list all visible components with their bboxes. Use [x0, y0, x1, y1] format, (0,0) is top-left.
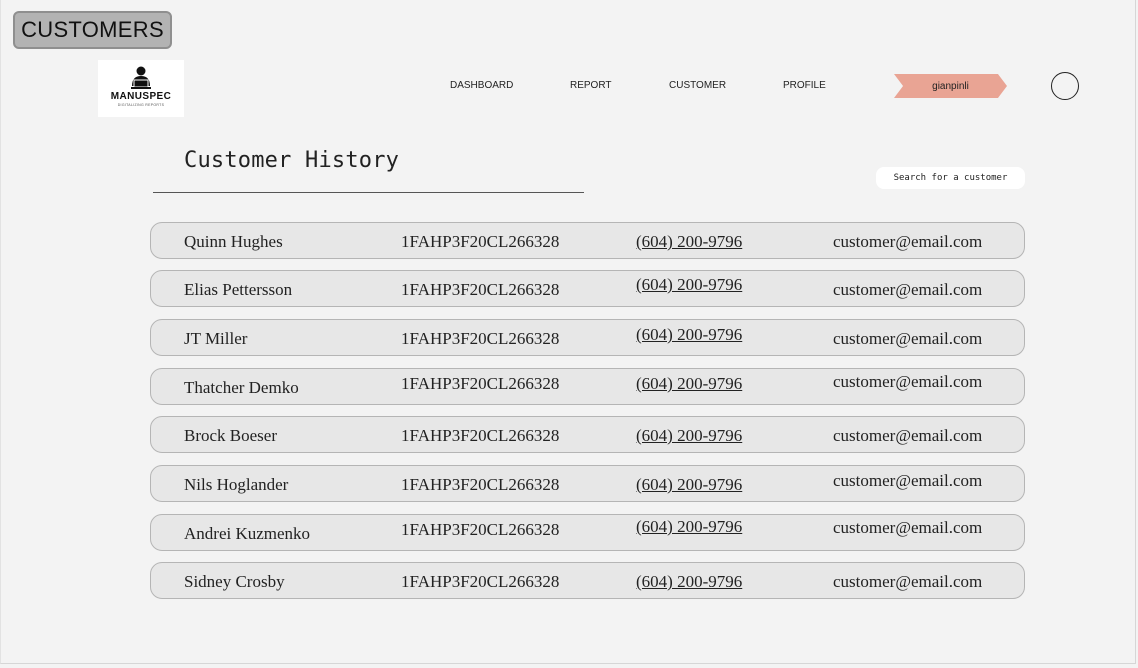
- customer-email: customer@email.com: [833, 232, 983, 251]
- customer-phone-link[interactable]: (604) 200-9796: [636, 475, 742, 495]
- customer-row[interactable]: Elias Pettersson 1FAHP3F20CL266328 (604)…: [150, 270, 1025, 307]
- customer-vin: 1FAHP3F20CL266328: [401, 280, 560, 299]
- brand-name: MANUSPEC: [110, 91, 172, 102]
- title-divider: [153, 192, 584, 193]
- nav-profile[interactable]: PROFILE: [783, 80, 826, 91]
- customer-row[interactable]: Quinn Hughes 1FAHP3F20CL266328 (604) 200…: [150, 222, 1025, 259]
- user-badge[interactable]: gianpinli: [894, 74, 1007, 98]
- nav-dashboard[interactable]: DASHBOARD: [450, 80, 513, 91]
- customer-name: Sidney Crosby: [184, 572, 285, 591]
- page-title: Customer History: [184, 148, 400, 173]
- customer-name: Andrei Kuzmenko: [184, 524, 311, 543]
- brand-logo[interactable]: MANUSPEC DIGITALIZING REPORTS: [98, 60, 184, 117]
- customer-row[interactable]: Nils Hoglander 1FAHP3F20CL266328 (604) 2…: [150, 465, 1025, 502]
- customer-vin: 1FAHP3F20CL266328: [401, 520, 560, 539]
- nav-customer[interactable]: CUSTOMER: [669, 80, 726, 91]
- customer-row[interactable]: Thatcher Demko 1FAHP3F20CL266328 (604) 2…: [150, 368, 1025, 405]
- customer-name: Brock Boeser: [184, 426, 278, 445]
- customer-phone-link[interactable]: (604) 200-9796: [636, 232, 742, 252]
- customer-vin: 1FAHP3F20CL266328: [401, 232, 560, 251]
- customer-email: customer@email.com: [833, 372, 983, 391]
- customer-email: customer@email.com: [833, 426, 983, 445]
- customer-row[interactable]: Sidney Crosby 1FAHP3F20CL266328 (604) 20…: [150, 562, 1025, 599]
- customer-phone-link[interactable]: (604) 200-9796: [636, 426, 742, 446]
- person-laptop-icon: [131, 66, 151, 89]
- customer-row[interactable]: JT Miller 1FAHP3F20CL266328 (604) 200-97…: [150, 319, 1025, 356]
- customer-name: Quinn Hughes: [184, 232, 283, 251]
- customer-vin: 1FAHP3F20CL266328: [401, 374, 560, 393]
- search-input[interactable]: [876, 167, 1025, 189]
- brand-tagline: DIGITALIZING REPORTS: [117, 103, 165, 107]
- avatar[interactable]: [1051, 72, 1079, 100]
- customer-vin: 1FAHP3F20CL266328: [401, 475, 560, 494]
- customer-name: Elias Pettersson: [184, 280, 293, 299]
- customer-vin: 1FAHP3F20CL266328: [401, 572, 560, 591]
- customer-phone-link[interactable]: (604) 200-9796: [636, 572, 742, 592]
- nav-report[interactable]: REPORT: [570, 80, 612, 91]
- customer-email: customer@email.com: [833, 572, 983, 591]
- customer-name: Nils Hoglander: [184, 475, 289, 494]
- customer-row[interactable]: Brock Boeser 1FAHP3F20CL266328 (604) 200…: [150, 416, 1025, 453]
- customer-email: customer@email.com: [833, 518, 983, 537]
- customer-email: customer@email.com: [833, 471, 983, 490]
- customer-row[interactable]: Andrei Kuzmenko 1FAHP3F20CL266328 (604) …: [150, 514, 1025, 551]
- customer-phone-link[interactable]: (604) 200-9796: [636, 325, 742, 345]
- customer-phone-link[interactable]: (604) 200-9796: [636, 517, 742, 537]
- customer-phone-link[interactable]: (604) 200-9796: [636, 374, 742, 394]
- customer-email: customer@email.com: [833, 280, 983, 299]
- customer-email: customer@email.com: [833, 329, 983, 348]
- customer-name: JT Miller: [184, 329, 248, 348]
- page-label: CUSTOMERS: [13, 11, 172, 49]
- customer-name: Thatcher Demko: [184, 378, 299, 397]
- customer-vin: 1FAHP3F20CL266328: [401, 329, 560, 348]
- customer-vin: 1FAHP3F20CL266328: [401, 426, 560, 445]
- customer-phone-link[interactable]: (604) 200-9796: [636, 275, 742, 295]
